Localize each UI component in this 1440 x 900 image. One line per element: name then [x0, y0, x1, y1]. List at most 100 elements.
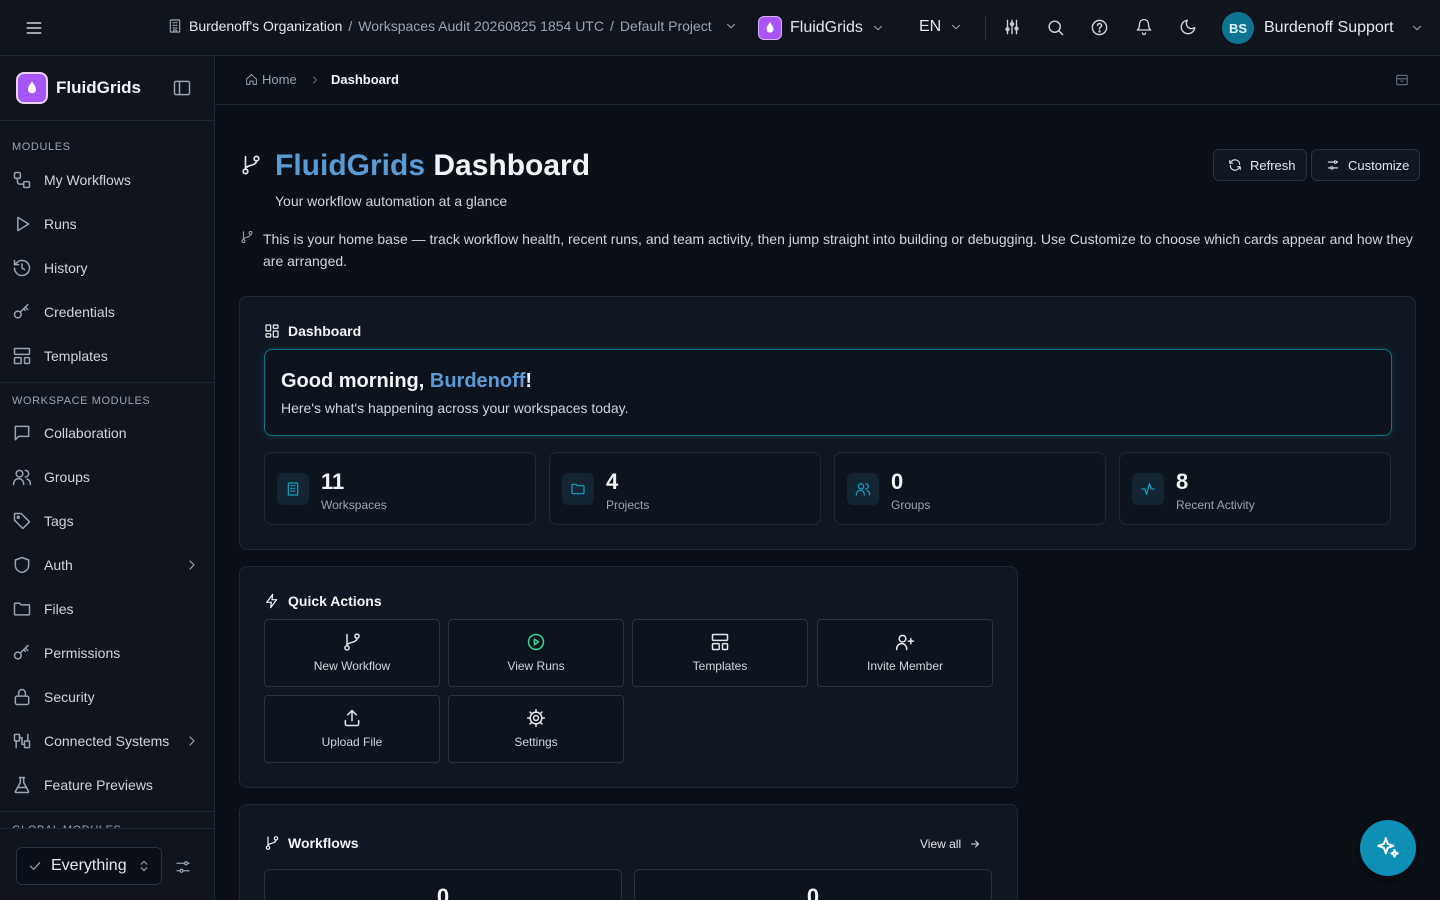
branch-icon [240, 154, 262, 176]
moon-icon[interactable] [1179, 18, 1197, 36]
stat-workspaces[interactable]: 11 Workspaces [264, 452, 536, 525]
sidebar-item-label: Groups [44, 469, 90, 485]
view-all-label: View all [920, 837, 962, 851]
sidebar-item-tags[interactable]: Tags [12, 503, 204, 539]
sidebar-item-auth[interactable]: Auth [12, 547, 204, 583]
user-plus-icon [895, 632, 915, 652]
divider [0, 811, 214, 812]
sidebar-item-my-workflows[interactable]: My Workflows [12, 162, 204, 198]
customize-button[interactable]: Customize [1311, 149, 1421, 181]
new-workflow-button[interactable]: New Workflow [264, 619, 440, 687]
sidebar: FluidGrids MODULES My Workflows Runs His… [0, 56, 215, 900]
sidebar-item-label: Permissions [44, 645, 121, 661]
sidebar-item-security[interactable]: Security [12, 679, 204, 715]
quick-action-label: Settings [514, 735, 558, 749]
upload-file-button[interactable]: Upload File [264, 695, 440, 763]
page-subtitle: Your workflow automation at a glance [275, 193, 508, 209]
user-menu[interactable]: BS Burdenoff Support [1222, 12, 1424, 44]
lightning-icon [264, 593, 280, 609]
sidebar-item-files[interactable]: Files [12, 591, 204, 627]
stat-groups[interactable]: 0 Groups [834, 452, 1106, 525]
org-name[interactable]: Burdenoff's Organization [189, 18, 342, 34]
flask-icon [12, 775, 32, 795]
chevron-down-icon [1410, 21, 1424, 35]
stat-label: Groups [891, 498, 931, 512]
app-logo-icon [758, 16, 782, 40]
breadcrumb-home-label: Home [262, 72, 297, 87]
app-switcher[interactable]: FluidGrids [758, 16, 885, 40]
ai-assistant-button[interactable] [1360, 820, 1416, 876]
greeting-suffix: ! [525, 370, 533, 392]
sidebar-item-label: Security [44, 689, 95, 705]
sliders-icon[interactable] [1003, 18, 1021, 36]
branch-icon [264, 835, 280, 851]
invite-member-button[interactable]: Invite Member [817, 619, 993, 687]
sidebar-item-credentials[interactable]: Credentials [12, 294, 204, 330]
template-icon [12, 346, 32, 366]
chevron-updown-icon [137, 859, 151, 873]
sidebar-item-history[interactable]: History [12, 250, 204, 286]
brand-name: FluidGrids [56, 78, 141, 97]
grid-icon [264, 323, 280, 339]
refresh-label: Refresh [1250, 157, 1296, 173]
org-workspace-project-selector[interactable]: Burdenoff's Organization / Workspaces Au… [167, 18, 738, 34]
archive-icon[interactable] [1395, 73, 1409, 87]
sidebar-item-templates[interactable]: Templates [12, 338, 204, 374]
stat-value: 11 [321, 469, 345, 494]
play-icon [12, 214, 32, 234]
stat-projects[interactable]: 4 Projects [549, 452, 821, 525]
chevron-right-icon [184, 557, 200, 573]
workflow-stat[interactable]: 0 [264, 869, 622, 900]
hamburger-menu-icon[interactable] [24, 18, 44, 38]
divider [0, 120, 214, 121]
view-all-link[interactable]: View all [920, 837, 981, 851]
filter-settings-icon[interactable] [174, 858, 192, 876]
card-header: Quick Actions [264, 593, 382, 609]
sidebar-item-label: Auth [44, 557, 73, 573]
sidebar-item-runs[interactable]: Runs [12, 206, 204, 242]
customize-label: Customize [1348, 157, 1410, 173]
stat-label: Recent Activity [1176, 498, 1255, 512]
users-icon [12, 467, 32, 487]
sidebar-item-permissions[interactable]: Permissions [12, 635, 204, 671]
quick-action-label: View Runs [507, 659, 565, 673]
sidebar-item-label: My Workflows [44, 172, 131, 188]
sidebar-item-label: Runs [44, 216, 77, 232]
sidebar-footer: Everything [0, 828, 214, 900]
scope-select[interactable]: Everything [16, 847, 162, 885]
sidebar-item-label: Collaboration [44, 425, 127, 441]
stat-recent-activity[interactable]: 8 Recent Activity [1119, 452, 1391, 525]
templates-button[interactable]: Templates [632, 619, 808, 687]
sidebar-item-connected-systems[interactable]: Connected Systems [12, 723, 204, 759]
sidebar-item-groups[interactable]: Groups [12, 459, 204, 495]
workspace-name[interactable]: Workspaces Audit 20260825 1854 UTC [358, 18, 604, 34]
scope-select-value: Everything [51, 857, 127, 874]
chevron-right-icon [184, 733, 200, 749]
upload-icon [342, 708, 362, 728]
help-icon[interactable] [1090, 18, 1109, 37]
branch-icon [342, 632, 362, 652]
plug-icon [12, 731, 32, 751]
sidebar-brand[interactable]: FluidGrids [16, 72, 141, 104]
sidebar-item-label: Tags [44, 513, 74, 529]
sidebar-item-collaboration[interactable]: Collaboration [12, 415, 204, 451]
sidebar-collapse-icon[interactable] [172, 78, 192, 98]
refresh-button[interactable]: Refresh [1213, 149, 1307, 181]
breadcrumb-home[interactable]: Home [245, 72, 297, 87]
check-icon [27, 858, 43, 874]
project-name[interactable]: Default Project [620, 18, 712, 34]
workflow-stat-value: 0 [436, 884, 450, 900]
chevron-down-icon [871, 21, 885, 35]
greeting-name: Burdenoff [429, 370, 526, 392]
sidebar-item-feature-previews[interactable]: Feature Previews [12, 767, 204, 803]
language-selector[interactable]: EN [919, 18, 963, 36]
greeting-banner: Good morning, Burdenoff! Here's what's h… [264, 349, 1392, 436]
search-icon[interactable] [1046, 18, 1065, 37]
view-runs-button[interactable]: View Runs [448, 619, 624, 687]
bell-icon[interactable] [1135, 18, 1153, 36]
card-title: Quick Actions [288, 593, 382, 609]
settings-button[interactable]: Settings [448, 695, 624, 763]
card-title: Workflows [288, 835, 359, 851]
sidebar-item-label: History [44, 260, 88, 276]
workflow-stat[interactable]: 0 [634, 869, 992, 900]
